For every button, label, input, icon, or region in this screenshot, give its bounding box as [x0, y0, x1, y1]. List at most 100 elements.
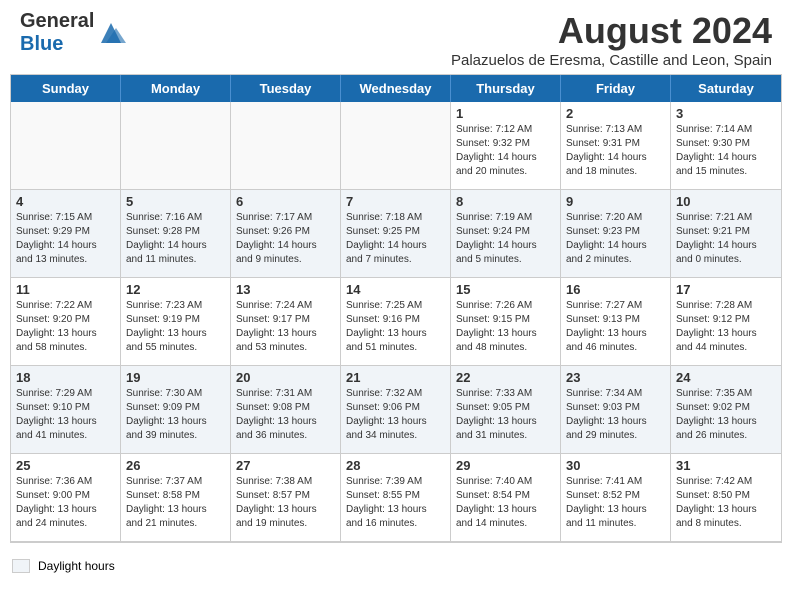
cell-info: Sunrise: 7:16 AM Sunset: 9:28 PM Dayligh… — [126, 211, 225, 267]
day-number: 9 — [566, 194, 665, 209]
cell-info: Sunrise: 7:17 AM Sunset: 9:26 PM Dayligh… — [236, 211, 335, 267]
day-number: 2 — [566, 106, 665, 121]
cell-info: Sunrise: 7:24 AM Sunset: 9:17 PM Dayligh… — [236, 299, 335, 355]
logo: General Blue — [20, 10, 126, 56]
day-header-friday: Friday — [561, 75, 671, 102]
calendar-cell-day-10: 10 Sunrise: 7:21 AM Sunset: 9:21 PM Dayli… — [671, 190, 781, 278]
calendar-cell-empty — [121, 102, 231, 190]
calendar-cell-day-17: 17Sunrise: 7:28 AM Sunset: 9:12 PM Dayli… — [671, 278, 781, 366]
cell-info: Sunrise: 7:23 AM Sunset: 9:19 PM Dayligh… — [126, 299, 225, 355]
calendar-cell-day-21: 21 Sunrise: 7:32 AM Sunset: 9:06 PM Dayli… — [341, 366, 451, 454]
page-container: General Blue August 2024 Palazuelos de E… — [0, 0, 792, 579]
cell-info: Sunrise: 7:29 AM Sunset: 9:10 PM Dayligh… — [16, 387, 115, 443]
calendar-cell-day-24: 24 Sunrise: 7:35 AM Sunset: 9:02 PM Dayli… — [671, 366, 781, 454]
day-number: 31 — [676, 458, 776, 473]
day-number: 29 — [456, 458, 555, 473]
day-number: 19 — [126, 370, 225, 385]
legend-label: Daylight hours — [38, 559, 115, 573]
calendar-cell-day-27: 27 Sunrise: 7:38 AM Sunset: 8:57 PM Dayli… — [231, 454, 341, 542]
location-subtitle: Palazuelos de Eresma, Castille and Leon,… — [451, 52, 772, 69]
day-number: 7 — [346, 194, 445, 209]
day-number: 24 — [676, 370, 776, 385]
day-number: 1 — [456, 106, 555, 121]
calendar-cell-day-8: 8 Sunrise: 7:19 AM Sunset: 9:24 PM Daylig… — [451, 190, 561, 278]
calendar-cell-day-14: 14Sunrise: 7:25 AM Sunset: 9:16 PM Dayli… — [341, 278, 451, 366]
day-number: 22 — [456, 370, 555, 385]
cell-info: Sunrise: 7:30 AM Sunset: 9:09 PM Dayligh… — [126, 387, 225, 443]
calendar-cell-day-15: 15 Sunrise: 7:26 AM Sunset: 9:15 PM Dayli… — [451, 278, 561, 366]
day-number: 16 — [566, 282, 665, 297]
calendar-cell-empty — [231, 102, 341, 190]
calendar-cell-day-28: 28 Sunrise: 7:39 AM Sunset: 8:55 PM Dayli… — [341, 454, 451, 542]
calendar-cell-day-19: 19 Sunrise: 7:30 AM Sunset: 9:09 PM Dayli… — [121, 366, 231, 454]
calendar-cell-empty — [341, 102, 451, 190]
calendar-cell-day-4: 4 Sunrise: 7:15 AM Sunset: 9:29 PM Daylig… — [11, 190, 121, 278]
day-number: 5 — [126, 194, 225, 209]
cell-info: Sunrise: 7:38 AM Sunset: 8:57 PM Dayligh… — [236, 475, 335, 531]
day-header-saturday: Saturday — [671, 75, 781, 102]
cell-info: Sunrise: 7:13 AM Sunset: 9:31 PM Dayligh… — [566, 123, 665, 179]
cell-info: Sunrise: 7:31 AM Sunset: 9:08 PM Dayligh… — [236, 387, 335, 443]
calendar-cell-day-2: 2 Sunrise: 7:13 AM Sunset: 9:31 PM Daylig… — [561, 102, 671, 190]
calendar-cell-day-16: 16 Sunrise: 7:27 AM Sunset: 9:13 PM Dayli… — [561, 278, 671, 366]
day-number: 11 — [16, 282, 115, 297]
day-headers-row: SundayMondayTuesdayWednesdayThursdayFrid… — [11, 75, 781, 102]
day-number: 25 — [16, 458, 115, 473]
cell-info: Sunrise: 7:36 AM Sunset: 9:00 PM Dayligh… — [16, 475, 115, 531]
calendar-cell-day-23: 23 Sunrise: 7:34 AM Sunset: 9:03 PM Dayli… — [561, 366, 671, 454]
cell-info: Sunrise: 7:41 AM Sunset: 8:52 PM Dayligh… — [566, 475, 665, 531]
cell-info: Sunrise: 7:39 AM Sunset: 8:55 PM Dayligh… — [346, 475, 445, 531]
cell-info: Sunrise: 7:20 AM Sunset: 9:23 PM Dayligh… — [566, 211, 665, 267]
cell-info: Sunrise: 7:21 AM Sunset: 9:21 PM Dayligh… — [676, 211, 776, 267]
calendar-cell-day-29: 29 Sunrise: 7:40 AM Sunset: 8:54 PM Dayli… — [451, 454, 561, 542]
day-number: 13 — [236, 282, 335, 297]
day-number: 15 — [456, 282, 555, 297]
cell-info: Sunrise: 7:33 AM Sunset: 9:05 PM Dayligh… — [456, 387, 555, 443]
calendar-cell-day-5: 5 Sunrise: 7:16 AM Sunset: 9:28 PM Daylig… — [121, 190, 231, 278]
day-number: 10 — [676, 194, 776, 209]
day-number: 30 — [566, 458, 665, 473]
calendar-cell-day-30: 30 Sunrise: 7:41 AM Sunset: 8:52 PM Dayli… — [561, 454, 671, 542]
logo-general-text: General — [20, 10, 94, 32]
cell-info: Sunrise: 7:27 AM Sunset: 9:13 PM Dayligh… — [566, 299, 665, 355]
day-number: 8 — [456, 194, 555, 209]
cell-info: Sunrise: 7:32 AM Sunset: 9:06 PM Dayligh… — [346, 387, 445, 443]
calendar-cell-day-7: 7Sunrise: 7:18 AM Sunset: 9:25 PM Daylig… — [341, 190, 451, 278]
cell-info: Sunrise: 7:26 AM Sunset: 9:15 PM Dayligh… — [456, 299, 555, 355]
calendar-cell-day-31: 31 Sunrise: 7:42 AM Sunset: 8:50 PM Dayli… — [671, 454, 781, 542]
day-header-tuesday: Tuesday — [231, 75, 341, 102]
cell-info: Sunrise: 7:19 AM Sunset: 9:24 PM Dayligh… — [456, 211, 555, 267]
calendar-cell-day-25: 25 Sunrise: 7:36 AM Sunset: 9:00 PM Dayli… — [11, 454, 121, 542]
day-header-sunday: Sunday — [11, 75, 121, 102]
cell-info: Sunrise: 7:15 AM Sunset: 9:29 PM Dayligh… — [16, 211, 115, 267]
legend-color-box — [12, 559, 30, 573]
cell-info: Sunrise: 7:35 AM Sunset: 9:02 PM Dayligh… — [676, 387, 776, 443]
cell-info: Sunrise: 7:40 AM Sunset: 8:54 PM Dayligh… — [456, 475, 555, 531]
month-title: August 2024 — [451, 10, 772, 52]
calendar-cell-day-6: 6 Sunrise: 7:17 AM Sunset: 9:26 PM Daylig… — [231, 190, 341, 278]
cell-info: Sunrise: 7:22 AM Sunset: 9:20 PM Dayligh… — [16, 299, 115, 355]
day-number: 6 — [236, 194, 335, 209]
calendar-cell-day-11: 11 Sunrise: 7:22 AM Sunset: 9:20 PM Dayli… — [11, 278, 121, 366]
calendar-cell-day-3: 3Sunrise: 7:14 AM Sunset: 9:30 PM Daylig… — [671, 102, 781, 190]
day-number: 4 — [16, 194, 115, 209]
day-number: 18 — [16, 370, 115, 385]
day-number: 23 — [566, 370, 665, 385]
calendar-cell-empty — [11, 102, 121, 190]
cell-info: Sunrise: 7:34 AM Sunset: 9:03 PM Dayligh… — [566, 387, 665, 443]
title-block: August 2024 Palazuelos de Eresma, Castil… — [451, 10, 772, 69]
day-number: 21 — [346, 370, 445, 385]
calendar-cell-day-26: 26Sunrise: 7:37 AM Sunset: 8:58 PM Dayli… — [121, 454, 231, 542]
day-number: 28 — [346, 458, 445, 473]
page-header: General Blue August 2024 Palazuelos de E… — [0, 0, 792, 74]
logo-icon — [96, 18, 126, 48]
calendar-cell-day-13: 13 Sunrise: 7:24 AM Sunset: 9:17 PM Dayli… — [231, 278, 341, 366]
calendar-cell-day-20: 20Sunrise: 7:31 AM Sunset: 9:08 PM Dayli… — [231, 366, 341, 454]
day-number: 14 — [346, 282, 445, 297]
day-number: 27 — [236, 458, 335, 473]
cell-info: Sunrise: 7:42 AM Sunset: 8:50 PM Dayligh… — [676, 475, 776, 531]
day-number: 26 — [126, 458, 225, 473]
logo-blue-text: Blue — [20, 33, 63, 55]
calendar-cell-day-9: 9 Sunrise: 7:20 AM Sunset: 9:23 PM Daylig… — [561, 190, 671, 278]
cell-info: Sunrise: 7:12 AM Sunset: 9:32 PM Dayligh… — [456, 123, 555, 179]
